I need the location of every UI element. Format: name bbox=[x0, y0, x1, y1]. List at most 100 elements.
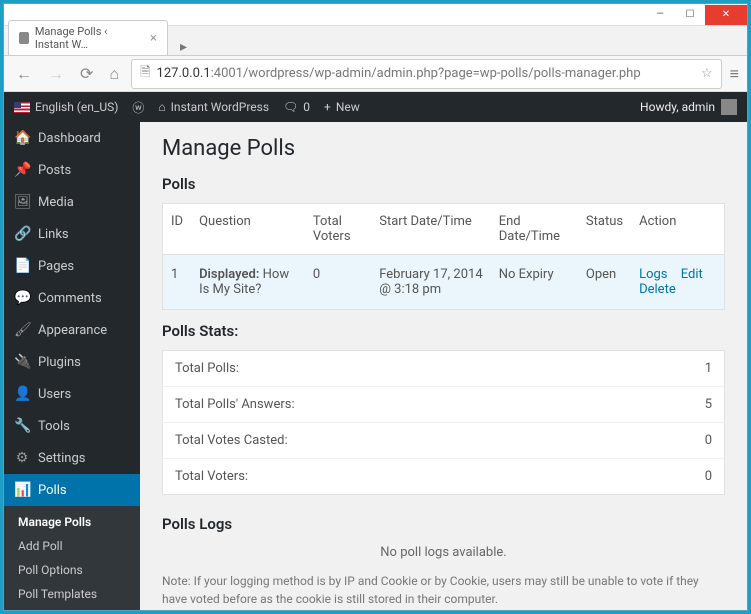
media-icon: 🖼 bbox=[14, 194, 30, 210]
submenu-add-poll[interactable]: Add Poll bbox=[4, 534, 140, 558]
th-start[interactable]: Start Date/Time bbox=[371, 204, 490, 255]
comments-icon: 💬 bbox=[14, 290, 30, 306]
stats-heading: Polls Stats: bbox=[162, 322, 725, 340]
plugin-icon: 🔌 bbox=[14, 354, 30, 370]
sidebar-item-dashboard[interactable]: 🏠Dashboard bbox=[4, 122, 140, 154]
submenu-poll-options[interactable]: Poll Options bbox=[4, 558, 140, 582]
stats-table: Total Polls:1 Total Polls' Answers:5 Tot… bbox=[162, 350, 725, 495]
url-bar[interactable]: 🗎 127.0.0.1:4001/wordpress/wp-admin/admi… bbox=[131, 59, 722, 89]
sidebar-item-label: Settings bbox=[38, 451, 85, 466]
logs-link[interactable]: Logs bbox=[639, 267, 667, 282]
sidebar-item-label: Plugins bbox=[38, 355, 81, 370]
sidebar-item-comments[interactable]: 💬 Comments bbox=[4, 282, 140, 314]
forward-button[interactable]: → bbox=[44, 62, 68, 86]
tabs-row: Manage Polls ‹ Instant W… × ▸ bbox=[4, 26, 747, 56]
link-icon: 🔗 bbox=[14, 226, 30, 242]
wrench-icon: 🔧 bbox=[14, 418, 30, 434]
cell-id: 1 bbox=[163, 255, 192, 310]
browser-toolbar: ← → ⟳ ⌂ 🗎 127.0.0.1:4001/wordpress/wp-ad… bbox=[4, 56, 747, 92]
logs-heading: Polls Logs bbox=[162, 515, 725, 533]
comments-link[interactable]: 🗨 0 bbox=[283, 100, 310, 114]
stat-value: 0 bbox=[675, 423, 725, 459]
url-file-icon: 🗎 bbox=[140, 63, 150, 85]
bookmark-star-icon[interactable]: ☆ bbox=[701, 66, 713, 81]
back-button[interactable]: ← bbox=[12, 62, 36, 86]
polls-table: ID Question Total Voters Start Date/Time… bbox=[162, 203, 725, 310]
home-button[interactable]: ⌂ bbox=[105, 62, 123, 86]
sidebar-item-tools[interactable]: 🔧 Tools bbox=[4, 410, 140, 442]
th-status[interactable]: Status bbox=[578, 204, 631, 255]
user-icon: 👤 bbox=[14, 386, 30, 402]
stat-label: Total Polls: bbox=[163, 351, 675, 387]
sidebar-item-plugins[interactable]: 🔌 Plugins bbox=[4, 346, 140, 378]
logs-note: Note: If your logging method is by IP an… bbox=[162, 572, 725, 608]
th-voters[interactable]: Total Voters bbox=[305, 204, 371, 255]
sidebar-item-links[interactable]: 🔗 Links bbox=[4, 218, 140, 250]
close-button[interactable]: ✕ bbox=[705, 5, 747, 25]
stat-label: Total Voters: bbox=[163, 459, 675, 495]
stat-label: Total Polls' Answers: bbox=[163, 387, 675, 423]
sidebar-item-label: Polls bbox=[38, 483, 67, 498]
comment-icon: 🗨 bbox=[283, 100, 298, 114]
howdy-text[interactable]: Howdy, admin bbox=[640, 100, 715, 114]
edit-link[interactable]: Edit bbox=[681, 267, 703, 282]
chart-icon: 📊 bbox=[14, 482, 30, 498]
stat-value: 0 bbox=[675, 459, 725, 495]
sidebar-item-posts[interactable]: 📌Posts bbox=[4, 154, 140, 186]
sidebar-item-label: Media bbox=[38, 195, 74, 210]
sidebar-item-label: Pages bbox=[38, 259, 74, 274]
cell-start: February 17, 2014 @ 3:18 pm bbox=[371, 255, 490, 310]
tab-close-icon[interactable]: × bbox=[150, 31, 157, 46]
sidebar-item-label: Links bbox=[38, 227, 69, 242]
wp-logo[interactable]: ⓦ bbox=[132, 99, 144, 116]
sidebar-item-label: Tools bbox=[38, 419, 70, 434]
new-tab-button[interactable]: ▸ bbox=[174, 39, 193, 55]
logs-empty-text: No poll logs available. bbox=[162, 545, 725, 560]
th-id[interactable]: ID bbox=[163, 204, 192, 255]
page-icon: 📄 bbox=[14, 258, 30, 274]
brush-icon: 🖌 bbox=[14, 322, 30, 338]
sidebar-item-polls[interactable]: 📊 Polls bbox=[4, 474, 140, 506]
th-end[interactable]: End Date/Time bbox=[491, 204, 578, 255]
sidebar-item-media[interactable]: 🖼 Media bbox=[4, 186, 140, 218]
comments-count: 0 bbox=[303, 100, 310, 114]
stat-row: Total Polls' Answers:5 bbox=[163, 387, 725, 423]
admin-sidebar: 🏠Dashboard 📌Posts 🖼 Media 🔗 Links 📄 Pages 💬… bbox=[4, 122, 140, 610]
reload-button[interactable]: ⟳ bbox=[76, 62, 97, 85]
submenu-manage-polls[interactable]: Manage Polls bbox=[4, 510, 140, 534]
cell-question: Displayed: How Is My Site? bbox=[191, 255, 305, 310]
language-label: English (en_US) bbox=[35, 100, 118, 114]
wp-admin-bar: English (en_US) ⓦ ⌂ Instant WordPress 🗨 … bbox=[4, 92, 747, 122]
maximize-button[interactable]: ☐ bbox=[675, 5, 705, 25]
site-name: Instant WordPress bbox=[171, 100, 269, 114]
sidebar-item-label: Comments bbox=[38, 291, 102, 306]
dashboard-icon: 🏠 bbox=[14, 130, 30, 146]
th-question[interactable]: Question bbox=[191, 204, 305, 255]
new-label: New bbox=[336, 100, 360, 114]
hamburger-menu-icon[interactable]: ≡ bbox=[730, 64, 739, 84]
language-switcher[interactable]: English (en_US) bbox=[14, 100, 118, 114]
browser-tab[interactable]: Manage Polls ‹ Instant W… × bbox=[8, 20, 168, 55]
site-name-link[interactable]: ⌂ Instant WordPress bbox=[158, 100, 269, 114]
content-area: Manage Polls Polls ID Question Total Vot… bbox=[140, 122, 747, 610]
plus-icon: + bbox=[324, 100, 331, 114]
sidebar-item-appearance[interactable]: 🖌Appearance bbox=[4, 314, 140, 346]
favicon-icon bbox=[19, 32, 29, 44]
new-content-link[interactable]: + New bbox=[324, 100, 360, 114]
displayed-label: Displayed: bbox=[199, 267, 259, 282]
main-area: 🏠Dashboard 📌Posts 🖼 Media 🔗 Links 📄 Pages 💬… bbox=[4, 122, 747, 610]
table-row: 1 Displayed: How Is My Site? 0 February … bbox=[163, 255, 725, 310]
cell-voters: 0 bbox=[305, 255, 371, 310]
sidebar-item-users[interactable]: 👤Users bbox=[4, 378, 140, 410]
sidebar-item-settings[interactable]: ⚙Settings bbox=[4, 442, 140, 474]
sidebar-item-pages[interactable]: 📄 Pages bbox=[4, 250, 140, 282]
submenu-poll-templates[interactable]: Poll Templates bbox=[4, 582, 140, 606]
minimize-button[interactable]: — bbox=[645, 5, 675, 25]
delete-link[interactable]: Delete bbox=[639, 282, 676, 297]
cell-end: No Expiry bbox=[491, 255, 578, 310]
cell-actions: Logs Edit Delete bbox=[631, 255, 724, 310]
submenu-uninstall[interactable]: Uninstall WP-Polls bbox=[4, 606, 140, 610]
th-action[interactable]: Action bbox=[631, 204, 724, 255]
stat-value: 1 bbox=[675, 351, 725, 387]
avatar-icon[interactable] bbox=[721, 99, 737, 115]
